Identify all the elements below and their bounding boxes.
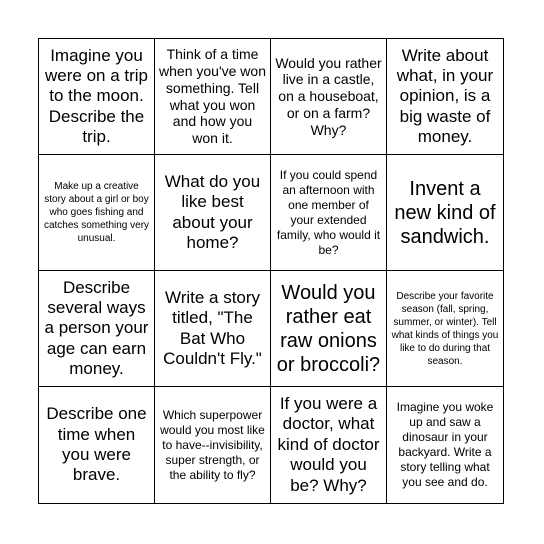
bingo-cell-text: Imagine you were on a trip to the moon. … xyxy=(45,45,148,147)
bingo-cell-r2c3[interactable]: If you could spend an afternoon with one… xyxy=(271,155,387,271)
bingo-cell-text: Imagine you woke up and saw a dinosaur i… xyxy=(396,400,494,489)
bingo-cell-r1c4[interactable]: Write about what, in your opinion, is a … xyxy=(387,39,503,155)
bingo-cell-r3c1[interactable]: Describe several ways a person your age … xyxy=(39,271,155,387)
bingo-cell-text: Describe one time when you were brave. xyxy=(46,404,147,485)
bingo-cell-text: Invent a new kind of sandwich. xyxy=(394,177,496,248)
bingo-cell-r4c4[interactable]: Imagine you woke up and saw a dinosaur i… xyxy=(387,387,503,503)
bingo-cell-text: Think of a time when you've won somethin… xyxy=(159,46,266,147)
bingo-cell-r3c3[interactable]: Would you rather eat raw onions or brocc… xyxy=(271,271,387,387)
bingo-cell-r2c1[interactable]: Make up a creative story about a girl or… xyxy=(39,155,155,271)
bingo-cell-text: Describe your favorite season (fall, spr… xyxy=(391,290,499,367)
bingo-cell-r4c1[interactable]: Describe one time when you were brave. xyxy=(39,387,155,503)
bingo-cell-r1c3[interactable]: Would you rather live in a castle, on a … xyxy=(271,39,387,155)
bingo-cell-text: Write about what, in your opinion, is a … xyxy=(396,45,494,147)
bingo-cell-r3c2[interactable]: Write a story titled, "The Bat Who Could… xyxy=(155,271,271,387)
bingo-cell-text: If you could spend an afternoon with one… xyxy=(276,167,381,257)
bingo-board: Imagine you were on a trip to the moon. … xyxy=(38,38,504,504)
bingo-cell-r1c1[interactable]: Imagine you were on a trip to the moon. … xyxy=(39,39,155,155)
bingo-cell-r2c2[interactable]: What do you like best about your home? xyxy=(155,155,271,271)
bingo-cell-text: Would you rather live in a castle, on a … xyxy=(275,54,382,138)
bingo-cell-r1c2[interactable]: Think of a time when you've won somethin… xyxy=(155,39,271,155)
bingo-cell-text: Write a story titled, "The Bat Who Could… xyxy=(163,287,262,368)
bingo-grid: Imagine you were on a trip to the moon. … xyxy=(39,39,503,503)
bingo-cell-text: Make up a creative story about a girl or… xyxy=(43,181,150,244)
bingo-cell-r4c3[interactable]: If you were a doctor, what kind of docto… xyxy=(271,387,387,503)
bingo-cell-text: Would you rather eat raw onions or brocc… xyxy=(276,281,381,376)
bingo-cell-r3c4[interactable]: Describe your favorite season (fall, spr… xyxy=(387,271,503,387)
bingo-cell-r4c2[interactable]: Which superpower would you most like to … xyxy=(155,387,271,503)
bingo-cell-r2c4[interactable]: Invent a new kind of sandwich. xyxy=(387,155,503,271)
bingo-cell-text: Which superpower would you most like to … xyxy=(160,407,265,482)
bingo-cell-text: What do you like best about your home? xyxy=(164,171,261,252)
bingo-cell-text: If you were a doctor, what kind of docto… xyxy=(277,394,380,495)
bingo-cell-text: Describe several ways a person your age … xyxy=(44,277,149,379)
